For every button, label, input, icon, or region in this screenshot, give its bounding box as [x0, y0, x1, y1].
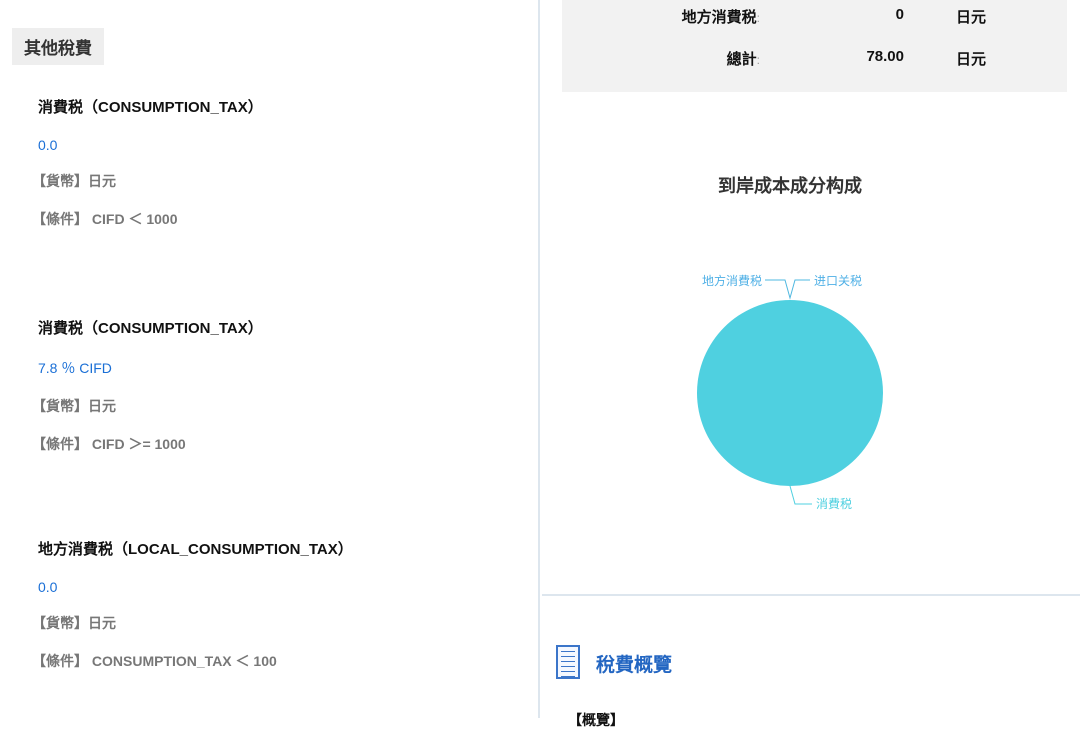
label-leader-line [765, 280, 810, 298]
chart-title: 到岸成本成分构成 [600, 172, 980, 198]
document-list-icon [556, 645, 580, 679]
fee-currency: 【貨幣】日元 [32, 613, 353, 633]
fee-value: 0.0 [38, 137, 263, 153]
fee-condition: 【條件】 CIFD ＞= 1000 [32, 434, 263, 454]
overview-subtitle: 【概覽】 [568, 710, 624, 730]
fee-value: 0.0 [38, 579, 353, 595]
fee-item: 地方消費税（LOCAL_CONSUMPTION_TAX） 0.0 【貨幣】日元 … [38, 538, 353, 671]
summary-label: 總計: [620, 48, 760, 69]
fee-condition: 【條件】 CONSUMPTION_TAX ＜ 100 [32, 651, 353, 671]
summary-value: 0 [824, 6, 904, 23]
fee-currency: 【貨幣】日元 [32, 171, 263, 191]
pie-chart: 地方消費税 进口关税 消費税 [560, 250, 960, 530]
fee-currency: 【貨幣】日元 [32, 396, 263, 416]
fee-name: 地方消費税（LOCAL_CONSUMPTION_TAX） [38, 538, 353, 559]
fee-name: 消費税（CONSUMPTION_TAX） [38, 96, 263, 117]
summary-label: 地方消費税: [620, 6, 760, 27]
pie-label: 地方消費税 [702, 273, 762, 288]
fee-condition: 【條件】 CIFD ＜ 1000 [32, 209, 263, 229]
summary-unit: 日元 [956, 6, 986, 27]
pie-label: 消費税 [816, 496, 852, 511]
fee-name: 消費税（CONSUMPTION_TAX） [38, 317, 263, 338]
label-leader-line [790, 486, 812, 504]
pie-label: 进口关税 [814, 274, 862, 288]
fee-item: 消費税（CONSUMPTION_TAX） 0.0 【貨幣】日元 【條件】 CIF… [38, 96, 263, 229]
section-title: 其他稅費 [12, 28, 104, 65]
overview-title: 稅費概覽 [596, 650, 672, 677]
other-fees-panel: 其他稅費 消費税（CONSUMPTION_TAX） 0.0 【貨幣】日元 【條件… [0, 0, 540, 718]
divider [542, 594, 1080, 596]
fee-value: 7.8 ％ CIFD [38, 358, 263, 378]
summary-unit: 日元 [956, 48, 986, 69]
summary-value: 78.00 [824, 48, 904, 65]
pie-slice-consumption-tax[interactable] [697, 300, 883, 486]
fee-item: 消費税（CONSUMPTION_TAX） 7.8 ％ CIFD 【貨幣】日元 【… [38, 317, 263, 454]
